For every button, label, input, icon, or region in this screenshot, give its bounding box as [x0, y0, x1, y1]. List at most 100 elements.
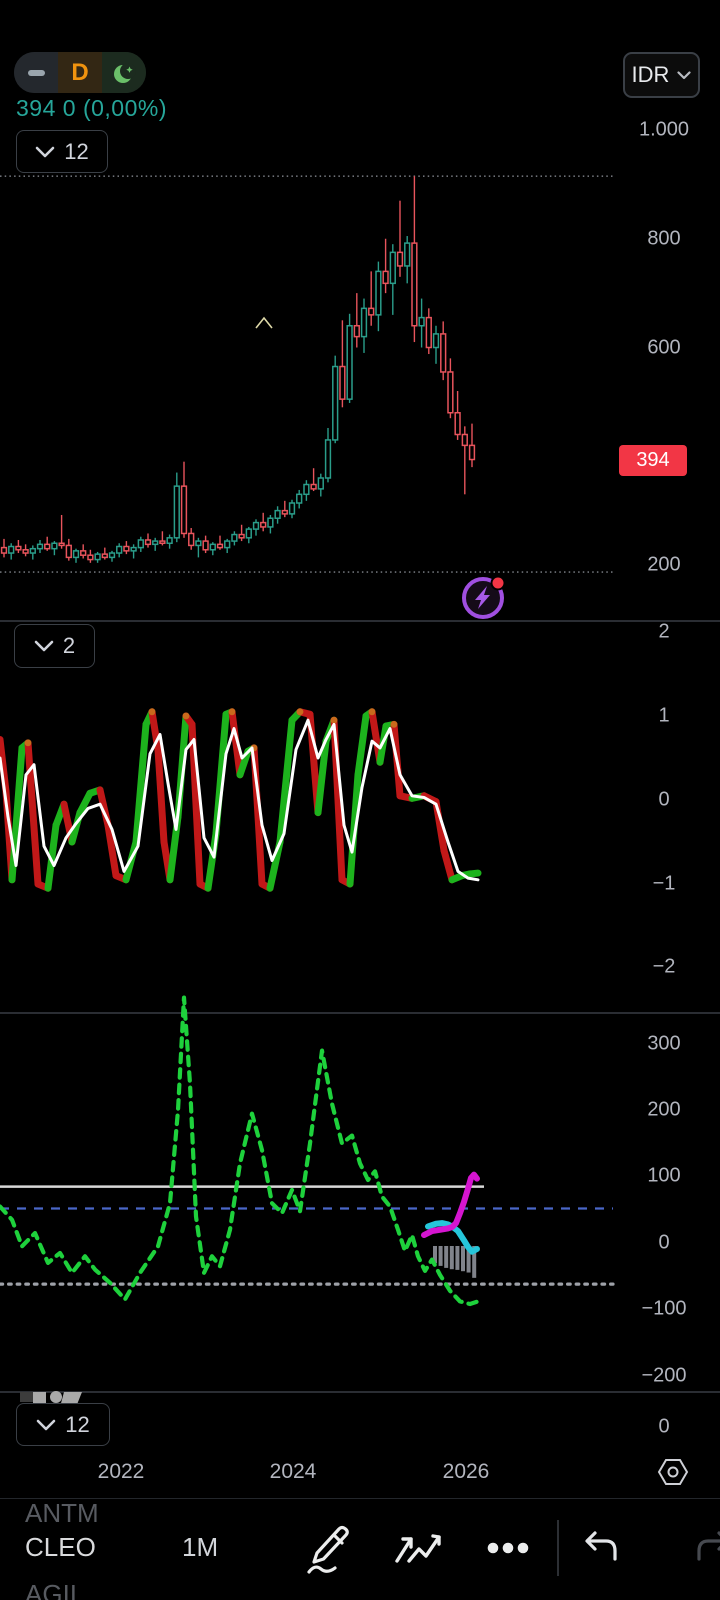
- chart-style-toggle[interactable]: D: [14, 52, 146, 93]
- candle-body: [375, 270, 382, 316]
- candle-body: [159, 540, 166, 545]
- price-axis-label: 0: [658, 1415, 670, 1438]
- candle-body: [51, 542, 58, 550]
- lightning-fab[interactable]: [461, 575, 506, 620]
- oscillator-pane: [0, 708, 482, 892]
- oscillator-segment: [466, 869, 482, 878]
- interval-letter: D: [71, 58, 89, 86]
- time-axis-label: 2026: [442, 1460, 490, 1483]
- draw-icon[interactable]: [305, 1523, 355, 1577]
- oscillator-peak-tip: [330, 716, 338, 724]
- candle-body: [432, 333, 440, 349]
- oscillator-peak-tip: [296, 708, 304, 716]
- cci-pane: [0, 995, 615, 1307]
- price-axis-label: 200: [647, 553, 681, 576]
- oscillator-peak-tip: [368, 708, 376, 716]
- pane2-length-value: 2: [62, 633, 76, 658]
- candle-body: [8, 545, 15, 554]
- line-style-segment[interactable]: [14, 52, 58, 93]
- chevron-up-marker: [255, 316, 273, 329]
- candle-body: [87, 554, 94, 561]
- candle-body: [202, 540, 209, 551]
- candle-body: [404, 242, 411, 267]
- more-icon[interactable]: [486, 1541, 530, 1555]
- time-axis-label: 2022: [97, 1460, 145, 1483]
- watchlist-item-next[interactable]: AGII: [25, 1579, 77, 1600]
- candle-body: [461, 433, 468, 447]
- chevron-down-icon: [677, 70, 692, 79]
- candle-body: [396, 251, 404, 267]
- price-axis-label: 100: [647, 1164, 681, 1187]
- candle-body: [216, 543, 224, 549]
- price-axis-label: 300: [647, 1032, 681, 1055]
- pane2-length-dropdown[interactable]: 2: [14, 624, 95, 668]
- oscillator-peak-tip: [182, 712, 190, 720]
- candle-body: [389, 251, 396, 285]
- chart-app: D 394 0 (0,00%) 12 2 12 IDR 394 2022 202…: [0, 0, 720, 1600]
- currency-selector[interactable]: IDR: [623, 52, 700, 98]
- candle-body: [353, 325, 360, 338]
- bottom-toolbar: ANTM CLEO AGII 1M: [0, 1498, 720, 1600]
- chevron-down-icon: [36, 1419, 56, 1430]
- candle-body: [65, 544, 72, 559]
- crescent-moon-icon: [114, 62, 136, 83]
- candle-body: [425, 316, 432, 349]
- chart-settings-icon[interactable]: [656, 1457, 690, 1487]
- symbol-current[interactable]: CLEO: [25, 1532, 96, 1563]
- candle-body: [15, 545, 22, 551]
- candle-body: [58, 542, 65, 547]
- candle-body: [252, 521, 260, 530]
- timeframe-button[interactable]: 1M: [182, 1532, 218, 1563]
- candle-body: [195, 540, 202, 547]
- candle-body: [310, 483, 317, 490]
- candle-body: [260, 521, 267, 528]
- histogram-bar: [449, 1246, 454, 1270]
- price-axis-label: −200: [641, 1364, 687, 1387]
- candle-body: [29, 547, 36, 554]
- candle-body: [447, 371, 454, 414]
- price-axis-label: 2: [658, 620, 670, 643]
- candle-body: [274, 509, 281, 519]
- watchlist-item-prev[interactable]: ANTM: [25, 1499, 99, 1529]
- watchlist-carousel[interactable]: ANTM CLEO AGII: [25, 1499, 135, 1600]
- daily-interval-segment[interactable]: D: [58, 52, 102, 93]
- candle-body: [152, 540, 159, 546]
- candle-body: [418, 316, 425, 327]
- candle-body: [368, 307, 375, 316]
- candle-body: [166, 537, 173, 544]
- chart-canvas[interactable]: [0, 0, 720, 1600]
- candle-body: [411, 242, 418, 327]
- candle-body: [245, 528, 252, 539]
- histogram-bar: [444, 1246, 449, 1268]
- candle-body: [94, 553, 101, 561]
- pane4-length-dropdown[interactable]: 12: [16, 1403, 110, 1446]
- candle-body: [288, 502, 296, 515]
- candle-body: [281, 509, 288, 515]
- price-axis-label: 800: [647, 227, 681, 250]
- sharia-segment[interactable]: [102, 52, 146, 93]
- currency-label: IDR: [631, 62, 670, 87]
- cci-green-dashed-line: [0, 995, 481, 1307]
- candle-body: [468, 444, 476, 461]
- candle-body: [72, 550, 80, 559]
- price-axis-label: 1: [658, 704, 670, 727]
- price-axis-label: 1.000: [638, 118, 690, 141]
- candle-body: [346, 325, 353, 400]
- redo-icon[interactable]: [692, 1529, 720, 1565]
- pane1-length-dropdown[interactable]: 12: [16, 130, 108, 173]
- undo-icon[interactable]: [582, 1529, 622, 1565]
- price-axis-label: −100: [641, 1297, 687, 1320]
- price-axis-label: −2: [652, 955, 676, 978]
- price-axis-label: 0: [658, 1231, 670, 1254]
- price-axis-label: 600: [647, 336, 681, 359]
- notification-dot: [492, 577, 504, 589]
- histogram-bar: [455, 1246, 460, 1270]
- candle-body: [382, 270, 389, 285]
- oscillator-segment: [154, 746, 168, 846]
- candle-body: [317, 477, 324, 490]
- indicators-icon[interactable]: [393, 1531, 443, 1567]
- candle-body: [454, 412, 461, 436]
- last-price-change: 394 0 (0,00%): [16, 95, 167, 121]
- chevron-down-icon: [34, 640, 54, 652]
- candle-body: [188, 532, 195, 547]
